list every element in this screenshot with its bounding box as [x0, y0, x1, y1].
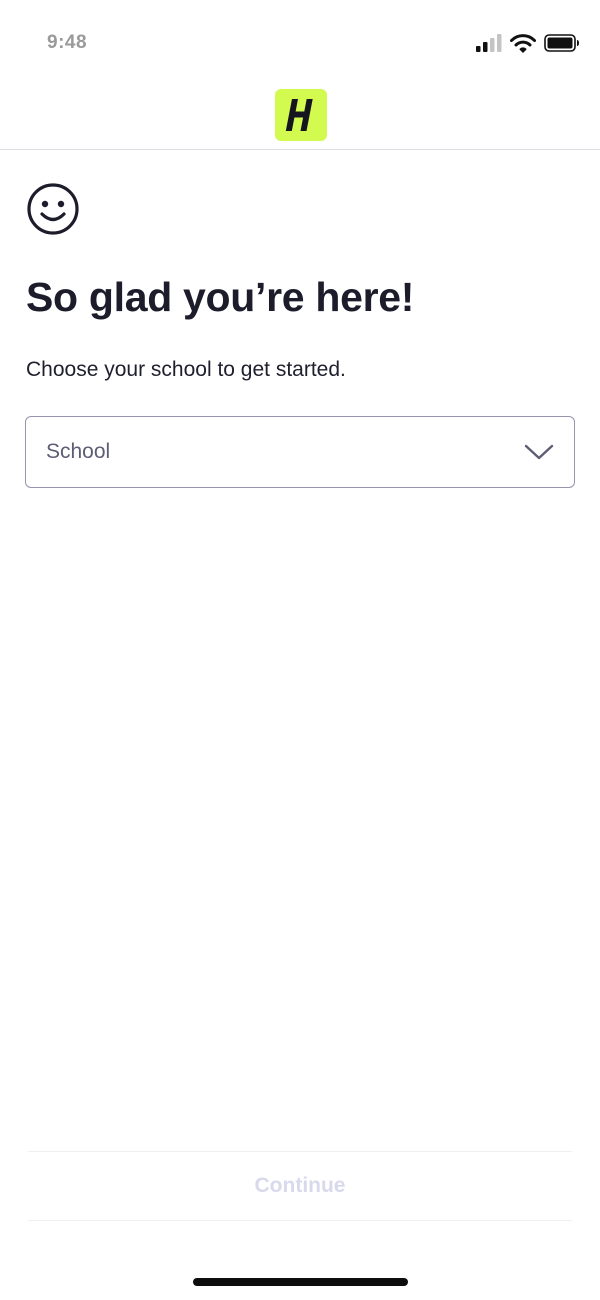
app-logo [275, 89, 327, 141]
status-time: 9:48 [47, 32, 88, 53]
status-bar: 9:48 [0, 0, 600, 80]
status-icons [476, 32, 580, 54]
welcome-section: So glad you’re here! Choose your school … [26, 182, 574, 382]
page-subtitle: Choose your school to get started. [26, 358, 346, 382]
school-select-placeholder: School [46, 440, 111, 463]
page-title: So glad you’re here! [26, 274, 415, 320]
home-indicator[interactable] [193, 1278, 408, 1286]
bottom-action-bar: Continue [28, 1151, 572, 1221]
h-logo-icon [285, 99, 313, 131]
wifi-icon [510, 33, 536, 53]
smiley-face-icon [27, 183, 79, 235]
chevron-down-icon [524, 444, 554, 460]
school-select[interactable]: School [25, 416, 575, 488]
battery-icon [544, 34, 579, 52]
cellular-signal-icon [476, 34, 502, 52]
app-header [0, 80, 600, 150]
continue-button[interactable]: Continue [249, 1173, 352, 1199]
